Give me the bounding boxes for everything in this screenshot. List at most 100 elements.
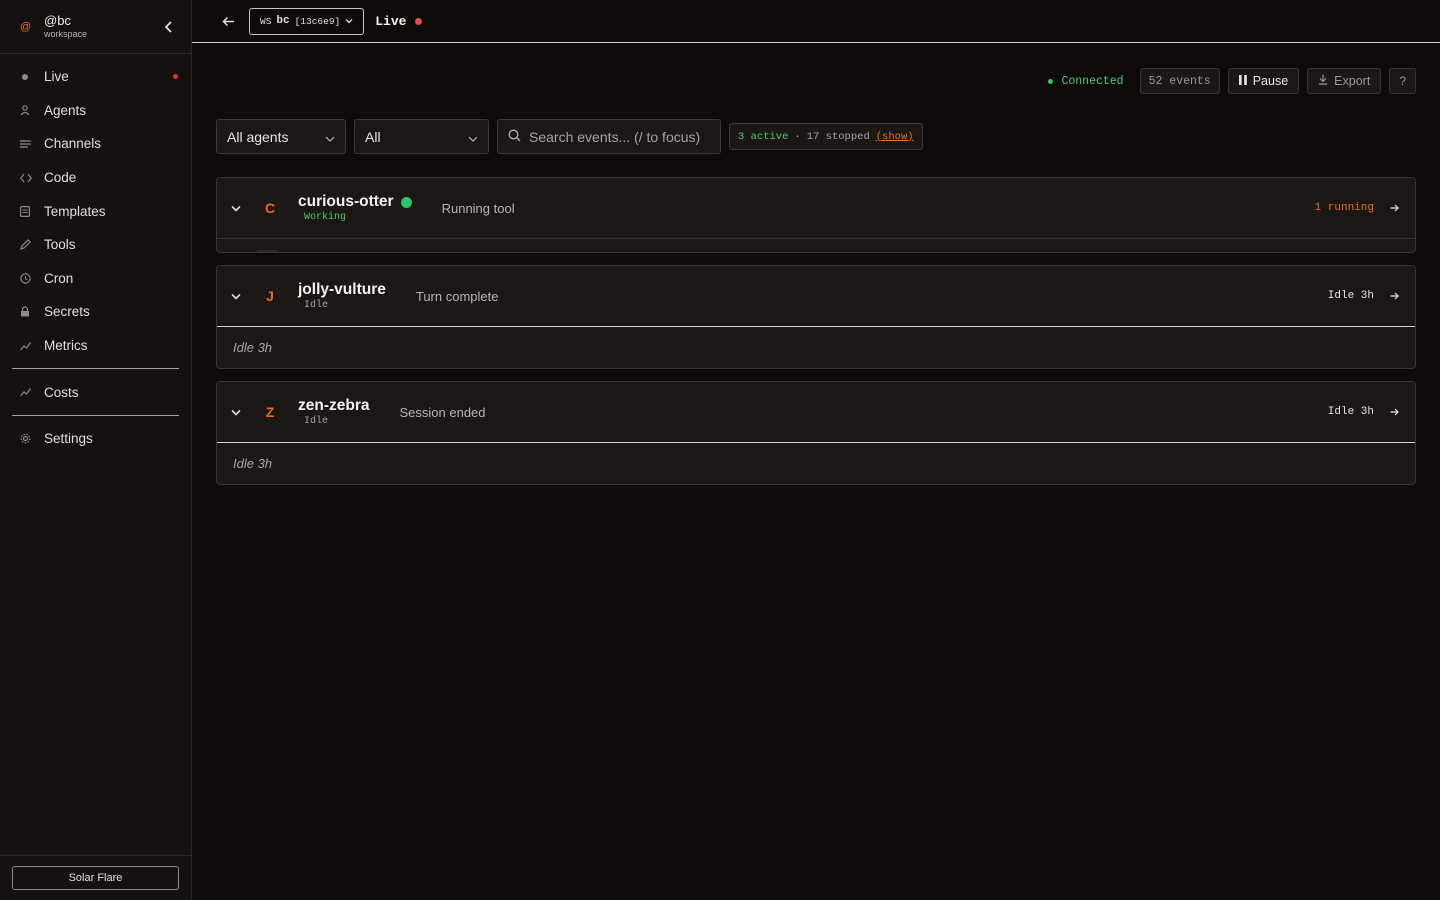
- agent-filter-value: All agents: [227, 128, 289, 145]
- show-stopped-link[interactable]: (show): [876, 131, 914, 143]
- page-title: Live: [375, 13, 407, 29]
- export-button[interactable]: Export: [1307, 68, 1382, 94]
- sidebar-item-label: Tools: [44, 237, 76, 253]
- settings-icon: [20, 433, 44, 444]
- agent-message: Running tool: [441, 200, 515, 216]
- sidebar-item-live[interactable]: Live: [0, 60, 191, 94]
- sidebar-item-secrets[interactable]: Secrets: [0, 295, 191, 329]
- sidebar-item-code[interactable]: Code: [0, 161, 191, 195]
- sidebar-item-label: Agents: [44, 102, 87, 118]
- agent-card: J jolly-vulture Idle Turn complete Idle …: [216, 265, 1416, 369]
- workspace-at-icon: @: [20, 20, 32, 33]
- sidebar-divider: [12, 368, 179, 370]
- code-icon: [20, 173, 44, 183]
- workspace-subtitle: workspace: [44, 28, 88, 39]
- arrow-right-icon[interactable]: [1390, 292, 1399, 300]
- theme-button[interactable]: Solar Flare: [12, 866, 179, 890]
- metrics-icon: [20, 341, 44, 351]
- agent-card-body: Idle 3h: [217, 326, 1415, 368]
- agent-card-header[interactable]: Z zen-zebra Idle Session ended Idle 3h: [217, 382, 1415, 442]
- sidebar-item-channels[interactable]: Channels: [0, 127, 191, 161]
- ws-prefix: WS: [260, 15, 272, 27]
- sidebar-nav: Live Agents Channels Code Templates Tool…: [0, 54, 191, 456]
- live-status-dot: [415, 17, 423, 25]
- agent-card-header[interactable]: J jolly-vulture Idle Turn complete Idle …: [217, 266, 1415, 326]
- pause-icon: [1238, 74, 1247, 88]
- idle-time: Idle 3h: [1327, 290, 1374, 302]
- idle-time: Idle 3h: [1327, 406, 1374, 418]
- sidebar-item-label: Live: [44, 69, 69, 85]
- sidebar-item-label: Settings: [44, 431, 93, 447]
- agent-card: C curious-otter Working Running tool 1 r…: [216, 177, 1416, 253]
- agent-state: Working: [304, 212, 347, 223]
- workspace-handle: @bc: [44, 12, 71, 28]
- tools-icon: [20, 239, 44, 251]
- sidebar-item-templates[interactable]: Templates: [0, 194, 191, 228]
- arrow-right-icon[interactable]: [1390, 408, 1399, 416]
- secrets-icon: [20, 306, 44, 317]
- active-count: 3 active: [738, 130, 789, 143]
- avatar: C: [264, 200, 276, 216]
- sidebar-item-metrics[interactable]: Metrics: [0, 329, 191, 363]
- live-icon: [20, 72, 44, 82]
- arrow-right-icon[interactable]: [1390, 204, 1399, 212]
- cron-icon: [20, 273, 44, 284]
- event-type-value: All: [365, 128, 381, 145]
- chevron-down-icon: [325, 129, 335, 145]
- sidebar-item-cron[interactable]: Cron: [0, 262, 191, 296]
- sidebar-item-costs[interactable]: Costs: [0, 375, 191, 409]
- live-indicator-dot: [173, 74, 178, 80]
- templates-icon: [20, 205, 44, 217]
- download-icon: [1318, 74, 1328, 88]
- agent-card-header[interactable]: C curious-otter Working Running tool 1 r…: [217, 178, 1415, 238]
- running-count: 1 running: [1314, 202, 1374, 214]
- sidebar-item-label: Channels: [44, 136, 102, 152]
- sidebar-item-label: Templates: [44, 203, 106, 219]
- sidebar: @ @bc workspace Live Agents Channels Cod…: [0, 0, 192, 900]
- agent-name: curious-otter: [298, 193, 394, 210]
- connection-status: Connected: [1048, 75, 1124, 88]
- theme-footer: Solar Flare: [0, 855, 191, 900]
- sidebar-item-label: Metrics: [44, 338, 88, 354]
- connection-dot: [1048, 78, 1054, 84]
- help-button[interactable]: ?: [1389, 68, 1416, 94]
- chevron-down-icon[interactable]: [218, 205, 254, 212]
- agent-card-body: Idle 3h: [217, 442, 1415, 484]
- collapse-sidebar-icon[interactable]: [159, 17, 179, 37]
- event-type-select[interactable]: All: [354, 119, 489, 154]
- stopped-count: 17 stopped: [806, 130, 870, 143]
- agent-message: Turn complete: [415, 288, 499, 304]
- pause-label: Pause: [1252, 74, 1289, 88]
- sidebar-item-agents[interactable]: Agents: [0, 94, 191, 128]
- workspace-header[interactable]: @ @bc workspace: [0, 0, 191, 54]
- agent-state: Idle: [304, 300, 329, 311]
- agent-counts: 3 active · 17 stopped (show): [729, 123, 923, 150]
- pause-button[interactable]: Pause: [1227, 68, 1300, 94]
- ws-id: [13c6e9]: [294, 15, 341, 27]
- top-bar: WS bc [13c6e9] Live: [192, 0, 1440, 43]
- search-input[interactable]: [529, 128, 709, 145]
- channels-icon: [20, 139, 44, 149]
- sidebar-item-tools[interactable]: Tools: [0, 228, 191, 262]
- workspace-selector[interactable]: WS bc [13c6e9]: [249, 7, 365, 35]
- agent-state: Idle: [304, 416, 329, 427]
- agent-name: zen-zebra: [298, 397, 370, 414]
- costs-icon: [20, 387, 44, 397]
- chevron-down-icon: [345, 16, 353, 27]
- sidebar-item-settings[interactable]: Settings: [0, 422, 191, 456]
- avatar: J: [266, 288, 274, 304]
- back-arrow-icon[interactable]: [222, 16, 235, 27]
- chevron-down-icon[interactable]: [218, 293, 254, 300]
- chevron-down-icon[interactable]: [218, 409, 254, 416]
- agent-card-body: [217, 238, 1415, 252]
- search-box[interactable]: [497, 119, 721, 154]
- status-toolbar: Connected 52 events Pause Export ?: [1048, 68, 1416, 94]
- sidebar-item-label: Secrets: [44, 304, 90, 320]
- agent-filter-select[interactable]: All agents: [216, 119, 346, 154]
- event-count-badge: 52 events: [1139, 68, 1220, 94]
- export-label: Export: [1334, 74, 1371, 88]
- sidebar-divider: [12, 414, 179, 416]
- chevron-down-icon: [468, 129, 478, 145]
- avatar: Z: [265, 404, 275, 420]
- search-icon: [508, 129, 521, 145]
